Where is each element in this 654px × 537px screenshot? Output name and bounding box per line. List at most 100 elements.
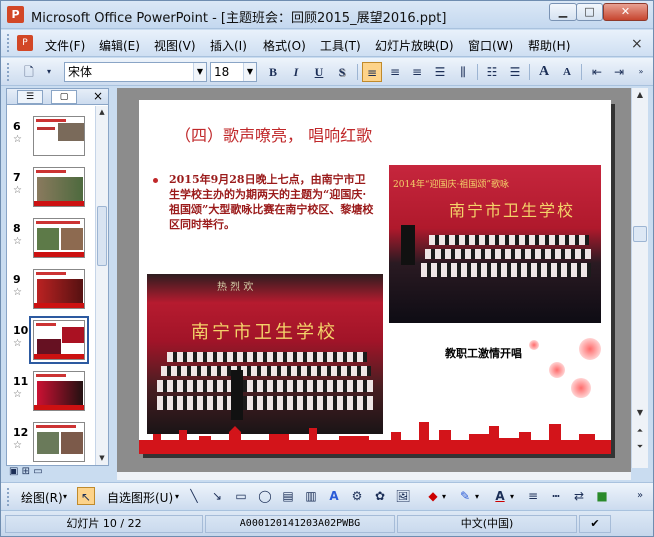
- fill-color-dropdown-icon[interactable]: ▾: [442, 492, 446, 501]
- next-slide-icon[interactable]: ⏷: [633, 440, 647, 454]
- rectangle-tool-icon[interactable]: ▭: [232, 487, 250, 505]
- numbering-icon[interactable]: ☷: [482, 62, 502, 82]
- draw-menu-button[interactable]: 绘图(R): [21, 489, 63, 506]
- menu-help[interactable]: 帮助(H): [528, 37, 570, 54]
- align-center-icon[interactable]: ≡: [385, 62, 405, 82]
- font-color-icon[interactable]: A: [491, 487, 509, 505]
- autoshapes-menu-button[interactable]: 自选图形(U): [107, 489, 173, 506]
- close-button[interactable]: ✕: [603, 3, 648, 21]
- italic-button[interactable]: I: [286, 62, 306, 82]
- align-left-icon[interactable]: ≡: [362, 62, 382, 82]
- menu-grip-handle[interactable]: [7, 34, 12, 52]
- line-style-icon[interactable]: ≡: [524, 487, 542, 505]
- document-close-icon[interactable]: ×: [631, 36, 643, 52]
- menu-format[interactable]: 格式(O): [263, 37, 306, 54]
- slideshow-view-icon[interactable]: ▭: [33, 466, 42, 477]
- vertical-text-icon[interactable]: ⫼: [453, 62, 473, 82]
- slide-thumbnail[interactable]: 9 ☆: [7, 269, 95, 319]
- select-pointer-icon[interactable]: ↖: [77, 487, 95, 505]
- previous-slide-icon[interactable]: ⏶: [633, 424, 647, 438]
- photo-caption[interactable]: 教职工激情开唱: [445, 345, 522, 361]
- outline-tab[interactable]: ☰: [17, 90, 43, 104]
- arrow-style-icon[interactable]: ⇄: [570, 487, 588, 505]
- powerpoint-app-icon[interactable]: P: [7, 6, 24, 23]
- slide-title[interactable]: （四）歌声嘹亮， 唱响红歌: [175, 122, 372, 146]
- insert-picture-icon[interactable]: 🖼: [394, 487, 412, 505]
- pane-close-icon[interactable]: ×: [93, 89, 103, 104]
- distribute-icon[interactable]: ☰: [430, 62, 450, 82]
- draw-dropdown-icon[interactable]: ▾: [63, 492, 67, 501]
- text-box-icon[interactable]: ▤: [279, 487, 297, 505]
- slide-thumbnail[interactable]: 11 ☆: [7, 371, 95, 421]
- scrollbar-thumb[interactable]: [633, 226, 647, 242]
- underline-button[interactable]: U: [309, 62, 329, 82]
- bold-button[interactable]: B: [263, 62, 283, 82]
- wordart-icon[interactable]: A: [325, 487, 343, 505]
- maximize-button[interactable]: □: [576, 3, 603, 21]
- choir-photo-teachers[interactable]: 2014年“迎国庆·祖国颂”歌咏 南宁市卫生学校: [389, 165, 601, 323]
- slide-number: 9: [13, 273, 21, 286]
- minimize-button[interactable]: ▁: [549, 3, 577, 21]
- autoshapes-dropdown-icon[interactable]: ▾: [175, 492, 179, 501]
- new-document-icon[interactable]: 🗋: [19, 62, 39, 82]
- menu-window[interactable]: 窗口(W): [468, 37, 513, 54]
- fill-color-icon[interactable]: ◆: [424, 487, 442, 505]
- slide-sorter-view-icon[interactable]: ⊞: [22, 466, 30, 477]
- bullets-icon[interactable]: ☰: [505, 62, 525, 82]
- shadow-style-icon[interactable]: ■: [593, 487, 611, 505]
- scroll-down-icon[interactable]: ▼: [633, 406, 647, 420]
- slide-thumbnail[interactable]: 8 ☆: [7, 218, 95, 268]
- decrease-indent-icon[interactable]: ⇤: [587, 62, 607, 82]
- clip-art-icon[interactable]: ✿: [371, 487, 389, 505]
- scroll-up-icon[interactable]: ▲: [633, 88, 647, 102]
- menu-view[interactable]: 视图(V): [154, 37, 196, 54]
- font-size-select[interactable]: 18 ▼: [210, 62, 257, 82]
- line-color-icon[interactable]: ✎: [456, 487, 474, 505]
- menu-slideshow[interactable]: 幻灯片放映(D): [375, 37, 454, 54]
- slide-thumbnail[interactable]: 12 ☆: [7, 422, 95, 472]
- slide-vertical-scrollbar[interactable]: ▲ ▼ ⏶ ⏷: [631, 88, 648, 468]
- slide-thumbnail-selected[interactable]: 10 ☆: [7, 316, 95, 370]
- spelling-check-icon[interactable]: ✔: [579, 515, 611, 533]
- align-right-icon[interactable]: ≡: [407, 62, 427, 82]
- toolbar-overflow-icon[interactable]: »: [631, 62, 651, 82]
- slide-horizontal-scrollbar[interactable]: [117, 472, 631, 480]
- dash-style-icon[interactable]: ┅: [547, 487, 565, 505]
- font-name-dropdown-icon[interactable]: ▼: [193, 63, 206, 81]
- slide-editing-area[interactable]: （四）歌声嘹亮， 唱响红歌 2015年9月28日晚上七点，由南宁市卫生学校主办的…: [117, 88, 631, 472]
- arrow-tool-icon[interactable]: ↘: [208, 487, 226, 505]
- increase-font-size-button[interactable]: A: [534, 62, 554, 82]
- menu-insert[interactable]: 插入(I): [210, 37, 247, 54]
- shadow-button[interactable]: S: [332, 62, 352, 82]
- line-color-dropdown-icon[interactable]: ▾: [475, 492, 479, 501]
- slide-thumbnail[interactable]: 7 ☆: [7, 167, 95, 217]
- oval-tool-icon[interactable]: ◯: [256, 487, 274, 505]
- choir-photo-students[interactable]: 热 烈 欢 南宁市卫生学校: [147, 274, 383, 434]
- decrease-font-size-button[interactable]: A: [557, 62, 577, 82]
- menu-file[interactable]: 文件(F): [45, 37, 85, 54]
- menu-tools[interactable]: 工具(T): [320, 37, 361, 54]
- line-tool-icon[interactable]: ╲: [185, 487, 203, 505]
- scroll-up-icon[interactable]: ▲: [96, 106, 108, 118]
- thumbnail-image: [33, 116, 85, 156]
- font-name-select[interactable]: 宋体 ▼: [64, 62, 207, 82]
- diagram-icon[interactable]: ⚙: [348, 487, 366, 505]
- toolbar-options-icon[interactable]: ▾: [39, 62, 59, 82]
- toolbar-grip-handle[interactable]: [7, 488, 12, 506]
- font-color-dropdown-icon[interactable]: ▾: [510, 492, 514, 501]
- toolbar-overflow-icon[interactable]: »: [631, 487, 649, 505]
- menu-edit[interactable]: 编辑(E): [99, 37, 140, 54]
- scroll-down-icon[interactable]: ▼: [96, 452, 108, 464]
- toolbar-grip-handle[interactable]: [7, 63, 12, 81]
- normal-view-icon[interactable]: ▣: [9, 466, 18, 477]
- current-slide[interactable]: （四）歌声嘹亮， 唱响红歌 2015年9月28日晚上七点，由南宁市卫生学校主办的…: [139, 100, 611, 454]
- vertical-text-box-icon[interactable]: ▥: [302, 487, 320, 505]
- slides-tab[interactable]: ▢: [51, 90, 77, 104]
- font-size-dropdown-icon[interactable]: ▼: [243, 63, 256, 81]
- slide-body-text[interactable]: 2015年9月28日晚上七点，由南宁市卫生学校主办的为期两天的主题为“迎国庆·祖…: [169, 172, 374, 232]
- slides-pane-scrollbar[interactable]: ▲ ▼: [95, 106, 108, 465]
- scrollbar-thumb[interactable]: [97, 206, 107, 266]
- document-icon[interactable]: P: [17, 35, 33, 51]
- increase-indent-icon[interactable]: ⇥: [609, 62, 629, 82]
- slide-thumbnail[interactable]: 6 ☆: [7, 116, 95, 166]
